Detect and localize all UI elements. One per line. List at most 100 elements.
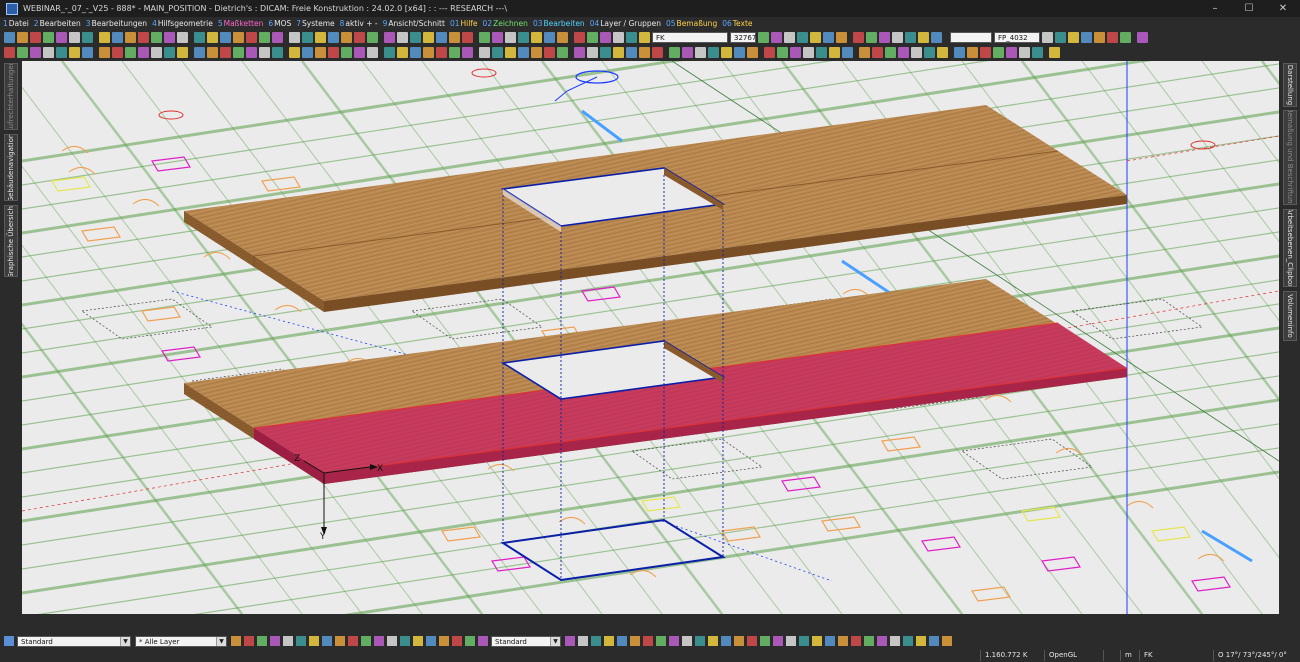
edit-tool-icon[interactable] [69,47,80,58]
edit-tool-icon[interactable] [587,47,598,58]
menu-bearbeiten[interactable]: 2Bearbeiten [34,19,81,28]
construct-tool-icon[interactable] [760,636,770,646]
edit-tool-icon[interactable] [1032,47,1043,58]
tool-icon[interactable] [410,32,421,43]
tool-icon[interactable] [354,32,365,43]
edit-tool-icon[interactable] [859,47,870,58]
construct-tool-icon[interactable] [643,636,653,646]
draw-tool-icon[interactable] [478,636,488,646]
edit-tool-icon[interactable] [246,47,257,58]
draw-tool-icon[interactable] [348,636,358,646]
tool-icon[interactable] [544,32,555,43]
edit-tool-icon[interactable] [151,47,162,58]
edit-tool-icon[interactable] [1049,47,1060,58]
edit-tool-icon[interactable] [449,47,460,58]
edit-tool-icon[interactable] [4,47,15,58]
edit-tool-icon[interactable] [898,47,909,58]
draw-tool-icon[interactable] [231,636,241,646]
edit-tool-icon[interactable] [872,47,883,58]
edit-tool-icon[interactable] [980,47,991,58]
construct-tool-icon[interactable] [734,636,744,646]
construct-tool-icon[interactable] [825,636,835,646]
edit-tool-icon[interactable] [954,47,965,58]
tab-volumeninfo[interactable]: Volumeninfo [1283,291,1297,341]
edit-tool-icon[interactable] [518,47,529,58]
edit-tool-icon[interactable] [315,47,326,58]
menu-bemassung[interactable]: 05Bemaßung [666,19,717,28]
edit-tool-icon[interactable] [842,47,853,58]
edit-tool-icon[interactable] [764,47,775,58]
tool-icon[interactable] [99,32,110,43]
view-tool-icon[interactable] [853,32,864,43]
edit-tool-icon[interactable] [937,47,948,58]
tool-icon[interactable] [207,32,218,43]
view-tool-icon[interactable] [866,32,877,43]
construct-tool-icon[interactable] [630,636,640,646]
draw-tool-icon[interactable] [296,636,306,646]
close-button[interactable]: ✕ [1266,0,1300,17]
construct-tool-icon[interactable] [695,636,705,646]
construct-tool-icon[interactable] [773,636,783,646]
draw-tool-icon[interactable] [452,636,462,646]
menu-aktiv[interactable]: 8aktiv + - [340,19,378,28]
snap-tool-icon[interactable] [1068,32,1079,43]
construct-tool-icon[interactable] [864,636,874,646]
edit-tool-icon[interactable] [492,47,503,58]
edit-tool-icon[interactable] [790,47,801,58]
edit-tool-icon[interactable] [99,47,110,58]
tool-icon[interactable] [462,32,473,43]
view-tool-icon[interactable] [836,32,847,43]
snap-tool-icon[interactable] [1094,32,1105,43]
edit-tool-icon[interactable] [803,47,814,58]
draw-tool-icon[interactable] [387,636,397,646]
view-tool-icon[interactable] [823,32,834,43]
tool-icon[interactable] [328,32,339,43]
tool-icon[interactable] [397,32,408,43]
layer-combo[interactable]: * Alle Layer ▼ [135,635,227,647]
edit-tool-icon[interactable] [112,47,123,58]
tool-icon[interactable] [289,32,300,43]
edit-tool-icon[interactable] [721,47,732,58]
edit-tool-icon[interactable] [557,47,568,58]
construct-tool-icon[interactable] [916,636,926,646]
construct-tool-icon[interactable] [890,636,900,646]
construct-tool-icon[interactable] [838,636,848,646]
edit-tool-icon[interactable] [479,47,490,58]
edit-tool-icon[interactable] [816,47,827,58]
tab-gebaeudenavigation[interactable]: Gebäudenavigation [4,134,18,201]
tool-icon[interactable] [600,32,611,43]
construct-tool-icon[interactable] [903,636,913,646]
edit-tool-icon[interactable] [600,47,611,58]
draw-tool-icon[interactable] [322,636,332,646]
edit-tool-icon[interactable] [125,47,136,58]
snap-tool-icon[interactable] [1107,32,1118,43]
edit-tool-icon[interactable] [423,47,434,58]
menu-hilfe[interactable]: 01Hilfe [450,19,478,28]
minimize-button[interactable]: – [1198,0,1232,17]
menu-hilfsgeometrie[interactable]: 4Hilfsgeometrie [152,19,213,28]
tool-icon[interactable] [177,32,188,43]
menu-mos[interactable]: 6MOS [268,19,291,28]
style-combo[interactable]: Standard ▼ [17,635,131,647]
edit-tool-icon[interactable] [462,47,473,58]
edit-tool-icon[interactable] [17,47,28,58]
edit-tool-icon[interactable] [207,47,218,58]
tool-icon[interactable] [315,32,326,43]
tool-icon[interactable] [233,32,244,43]
tool-icon[interactable] [639,32,650,43]
edit-tool-icon[interactable] [328,47,339,58]
view-tool-icon[interactable] [810,32,821,43]
draw-tool-icon[interactable] [283,636,293,646]
edit-tool-icon[interactable] [708,47,719,58]
snap-tool-icon[interactable] [1081,32,1092,43]
view-tool-icon[interactable] [931,32,942,43]
edit-tool-icon[interactable] [397,47,408,58]
snap-tool-icon[interactable] [1137,32,1148,43]
edit-tool-icon[interactable] [1019,47,1030,58]
edit-tool-icon[interactable] [993,47,1004,58]
edit-tool-icon[interactable] [194,47,205,58]
construct-tool-icon[interactable] [682,636,692,646]
draw-tool-icon[interactable] [257,636,267,646]
tool-icon[interactable] [626,32,637,43]
tool-icon[interactable] [587,32,598,43]
